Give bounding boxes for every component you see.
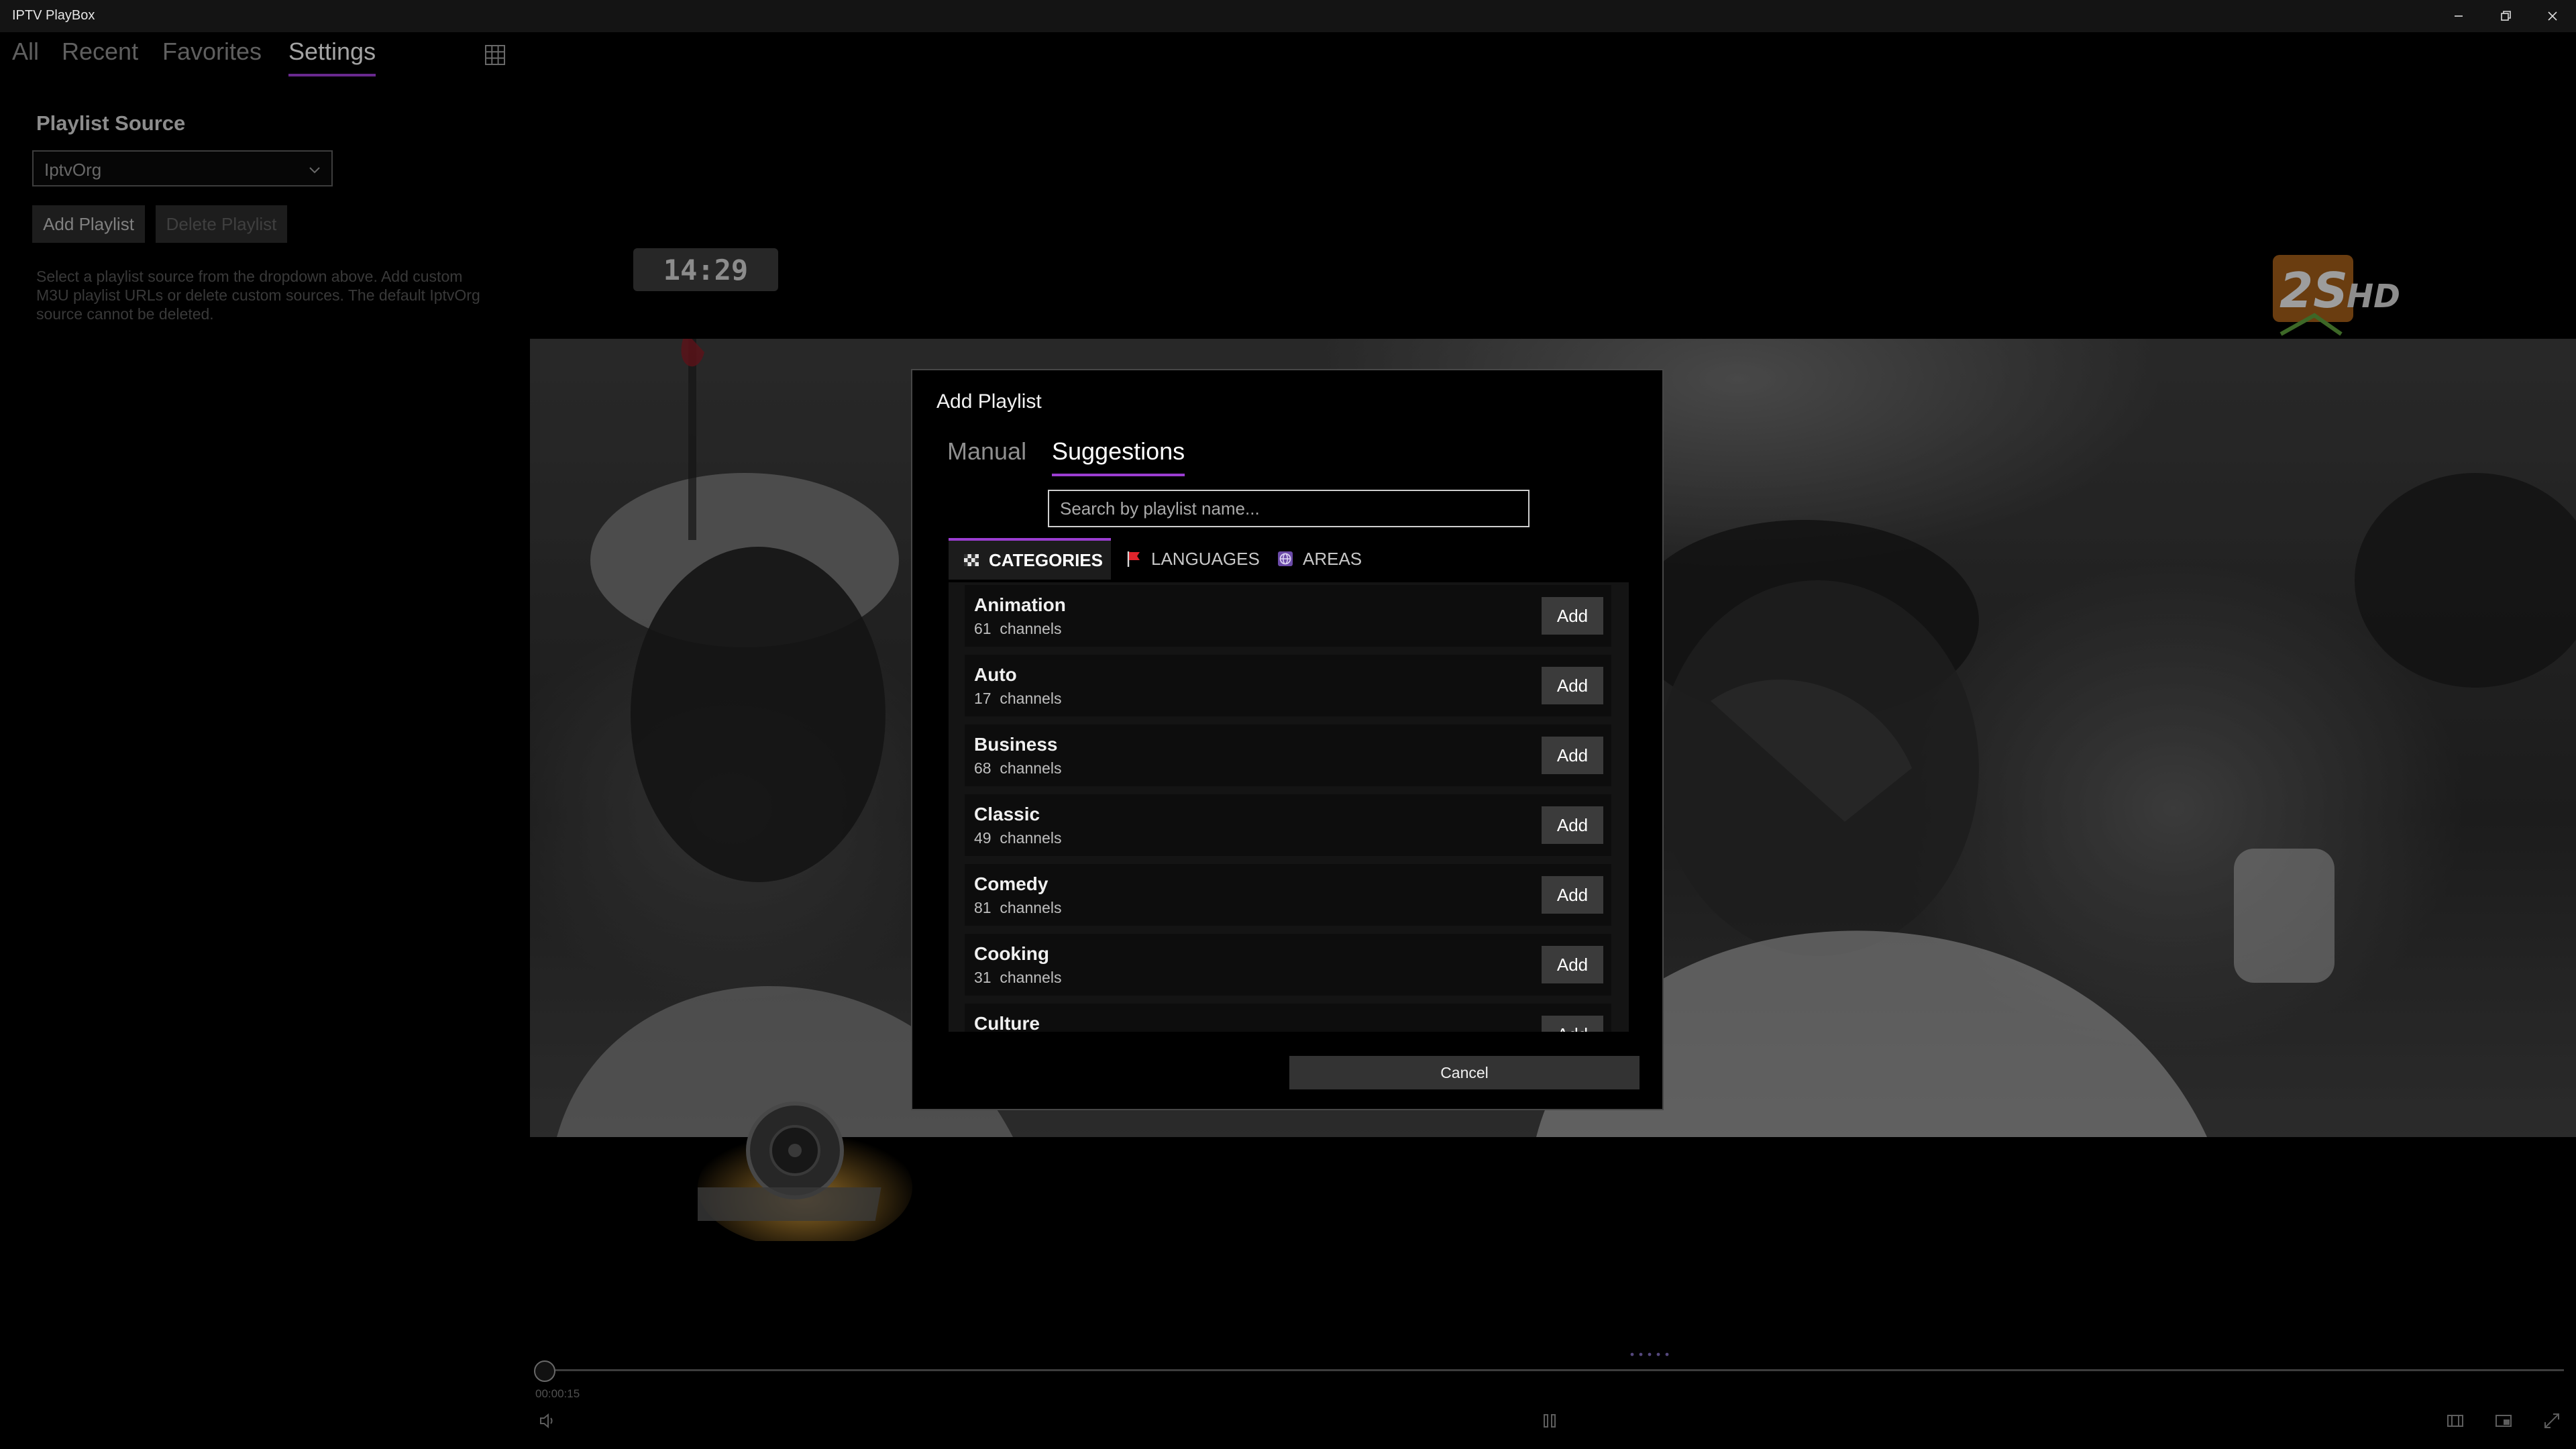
item-name: Animation [974,594,1066,615]
item-count: 17 channels [974,690,1062,707]
item-name: Cooking [974,943,1049,964]
suggestion-subtabs: CATEGORIES LANGUAGES AREAS [949,538,1630,582]
list-item: Business 68 channels Add [965,724,1611,786]
add-button[interactable]: Add [1542,876,1603,914]
app-title: IPTV PlayBox [12,8,95,23]
item-name: Comedy [974,873,1049,894]
close-window-button[interactable] [2529,0,2576,32]
minimize-icon [2455,15,2463,17]
subtab-areas-label: AREAS [1303,548,1362,569]
subtab-languages[interactable]: LANGUAGES [1124,538,1260,580]
subtab-categories[interactable]: CATEGORIES [949,538,1111,580]
item-name: Culture [974,1013,1040,1032]
dialog-title: Add Playlist [936,390,1042,413]
item-count: 61 channels [974,620,1062,637]
subtab-languages-label: LANGUAGES [1151,548,1260,569]
item-count: 31 channels [974,969,1062,986]
item-count: 68 channels [974,759,1062,777]
list-item: Cooking 31 channels Add [965,934,1611,996]
restore-button[interactable] [2482,0,2529,32]
restore-icon [2501,11,2511,21]
list-item: Animation 61 channels Add [965,585,1611,647]
subtab-areas[interactable]: AREAS [1276,538,1362,580]
add-playlist-dialog: Add Playlist Manual Suggestions CATEGORI… [911,369,1664,1110]
minimize-button[interactable] [2435,0,2482,32]
add-button[interactable]: Add [1542,946,1603,983]
close-icon [2548,11,2557,21]
list-item: Comedy 81 channels Add [965,864,1611,926]
item-name: Classic [974,804,1040,824]
add-button[interactable]: Add [1542,737,1603,774]
cancel-button[interactable]: Cancel [1289,1056,1640,1089]
item-count: 49 channels [974,829,1062,847]
playlist-search-input[interactable] [1048,490,1529,527]
add-button[interactable]: Add [1542,1016,1603,1032]
add-button[interactable]: Add [1542,597,1603,635]
list-item: Classic 49 channels Add [965,794,1611,856]
item-name: Auto [974,664,1017,685]
tab-manual[interactable]: Manual [947,437,1026,466]
suggestion-list[interactable]: Animation 61 channels Add Auto 17 channe… [949,582,1629,1032]
globe-icon [1278,551,1293,566]
subtab-categories-label: CATEGORIES [989,549,1103,570]
list-item: Culture Add [965,1004,1611,1032]
list-item: Auto 17 channels Add [965,655,1611,716]
title-bar: IPTV PlayBox [0,0,2576,32]
flag-icon [1127,551,1140,567]
tab-suggestions[interactable]: Suggestions [1052,437,1185,476]
checkered-icon [964,554,979,566]
add-button[interactable]: Add [1542,806,1603,844]
item-name: Business [974,734,1058,755]
add-button[interactable]: Add [1542,667,1603,704]
item-count: 81 channels [974,899,1062,916]
